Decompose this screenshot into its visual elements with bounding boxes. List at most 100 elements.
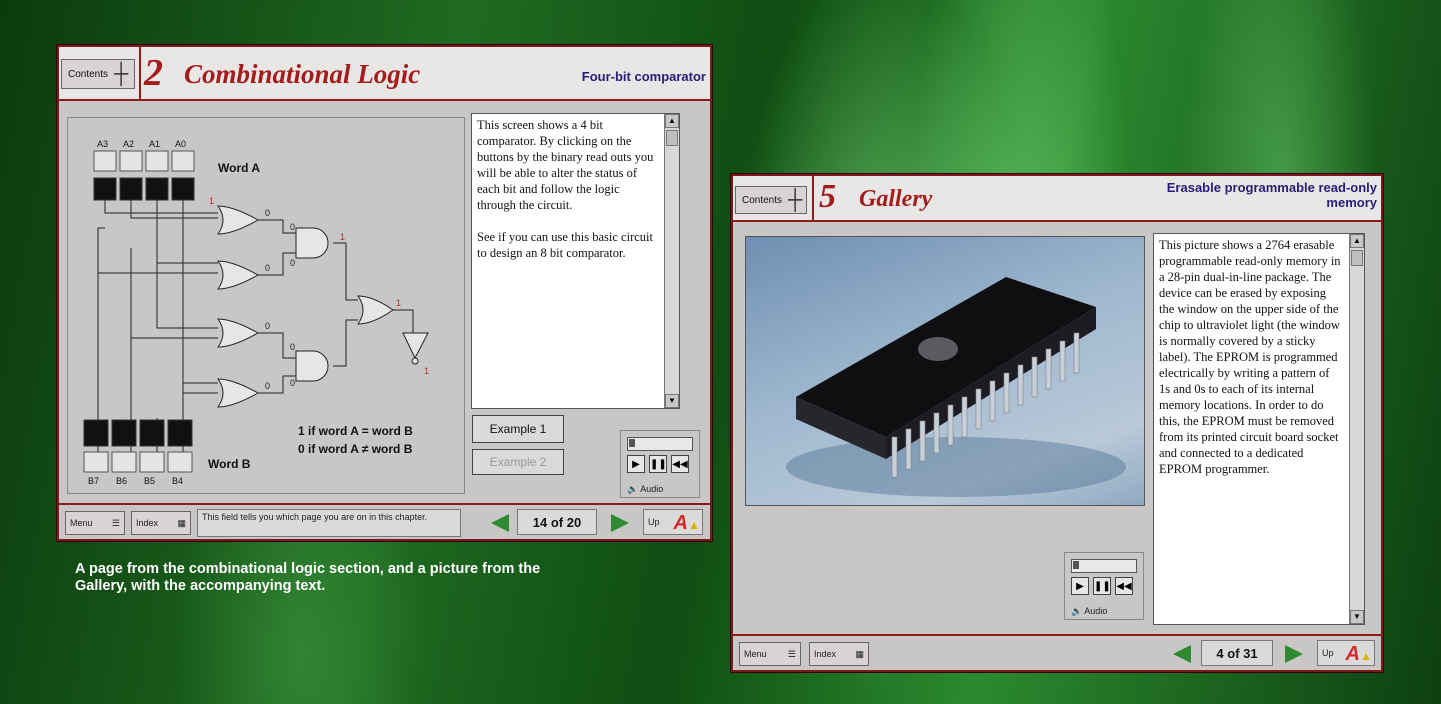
gate-value: 0 — [290, 378, 295, 388]
bottom-bar: Menu ☰ Index ▦ This field tells you which … — [59, 503, 710, 539]
gate-value: 0 — [265, 381, 270, 391]
index-button[interactable]: Index ▦ — [131, 511, 191, 535]
up-arrow-icon: A — [1345, 643, 1360, 665]
word-a-label: Word A — [218, 161, 260, 175]
gate-value: 0 — [265, 321, 270, 331]
description-scrollbar[interactable]: ▲ ▼ — [1349, 234, 1364, 624]
word-a-readouts — [93, 177, 195, 201]
chapter-title: Gallery — [859, 186, 933, 212]
word-a-toggles[interactable] — [93, 150, 195, 172]
scroll-down-icon[interactable]: ▼ — [1350, 610, 1364, 624]
title-separator — [139, 47, 141, 99]
equal-text: 1 if word A = word B — [298, 424, 413, 438]
previous-page-icon[interactable] — [491, 514, 509, 532]
audio-label: 🔈 Audio — [1071, 606, 1107, 617]
index-icon: ▦ — [177, 517, 186, 528]
play-icon[interactable]: ▶ — [627, 455, 645, 473]
up-button[interactable]: Up A ▲ — [643, 509, 703, 535]
chapter-number: 2 — [144, 52, 163, 94]
title-bar: Contents ┼ 2 Combinational Logic Four-bi… — [59, 47, 710, 101]
previous-page-icon[interactable] — [1173, 645, 1191, 663]
menu-button[interactable]: Menu ☰ — [65, 511, 125, 535]
circuit-wires — [97, 200, 414, 453]
audio-label: 🔈 Audio — [627, 484, 663, 495]
gate-value: 0 — [290, 342, 295, 352]
gate-value: 0 — [265, 263, 270, 273]
bit-label: B6 — [116, 476, 127, 486]
volume-slider[interactable] — [627, 437, 693, 451]
description-panel: This picture shows a 2764 erasable progr… — [1153, 233, 1365, 625]
bit-label: A2 — [123, 139, 134, 149]
pause-icon[interactable]: ❚❚ — [649, 455, 667, 473]
up-label: Up — [1322, 648, 1334, 658]
scroll-thumb[interactable] — [666, 130, 678, 146]
up-star-icon: ▲ — [688, 518, 700, 532]
description-text: This screen shows a 4 bit comparator. By… — [477, 118, 654, 212]
gate-value: 0 — [290, 222, 295, 232]
chapter-number: 5 — [819, 178, 836, 215]
page-subtitle: Erasable programmable read-only memory — [1166, 180, 1377, 210]
audio-control: ▶ ❚❚ ◀◀ 🔈 Audio — [1064, 552, 1144, 620]
index-icon: ▦ — [855, 648, 864, 659]
gate-value: 1 — [424, 366, 429, 376]
bit-label: B7 — [88, 476, 99, 486]
gate-value: 1 — [396, 298, 401, 308]
speaker-icon: 🔈 — [1071, 606, 1083, 616]
contents-icon: ┼ — [788, 188, 803, 211]
rewind-icon[interactable]: ◀◀ — [671, 455, 689, 473]
rewind-icon[interactable]: ◀◀ — [1115, 577, 1133, 595]
scroll-thumb[interactable] — [1351, 250, 1363, 266]
contents-button[interactable]: Contents ┼ — [735, 186, 807, 214]
page-indicator: 14 of 20 — [517, 509, 597, 535]
description-panel: This screen shows a 4 bit comparator. By… — [471, 113, 680, 409]
scroll-up-icon[interactable]: ▲ — [1350, 234, 1364, 248]
contents-button[interactable]: Contents ┼ — [61, 59, 135, 89]
description-text: This picture shows a 2764 erasable progr… — [1159, 238, 1341, 476]
scroll-down-icon[interactable]: ▼ — [665, 394, 679, 408]
play-icon[interactable]: ▶ — [1071, 577, 1089, 595]
contents-label: Contents — [742, 194, 783, 206]
contents-icon: ┼ — [114, 62, 129, 85]
volume-slider[interactable] — [1071, 559, 1137, 573]
bit-label: A1 — [149, 139, 160, 149]
bit-label: B5 — [144, 476, 155, 486]
bottom-bar: Menu ☰ Index ▦ 4 of 31 Up A ▲ — [733, 634, 1381, 670]
comparator-circuit: 0 0 0 0 0 0 0 0 1 1 1 1 A3 A2 A1 A0 B7 B… — [67, 117, 465, 494]
index-label: Index — [814, 649, 837, 659]
title-bar: Contents ┼ 5 Gallery Erasable programmab… — [733, 176, 1381, 222]
word-b-readouts — [83, 419, 193, 447]
up-button[interactable]: Up A ▲ — [1317, 640, 1375, 666]
speaker-icon: 🔈 — [627, 484, 639, 494]
gate-value: 0 — [265, 208, 270, 218]
next-page-icon[interactable] — [611, 514, 629, 532]
slider-knob[interactable] — [629, 439, 635, 447]
scroll-up-icon[interactable]: ▲ — [665, 114, 679, 128]
status-field: This field tells you which page you are … — [197, 509, 461, 537]
index-button[interactable]: Index ▦ — [809, 642, 869, 666]
combinational-logic-window: Contents ┼ 2 Combinational Logic Four-bi… — [57, 45, 712, 541]
menu-label: Menu — [744, 649, 767, 659]
menu-icon: ☰ — [111, 517, 120, 528]
chapter-title: Combinational Logic — [184, 59, 421, 89]
bit-label: B4 — [172, 476, 183, 486]
gallery-window: Contents ┼ 5 Gallery Erasable programmab… — [731, 174, 1383, 672]
next-page-icon[interactable] — [1285, 645, 1303, 663]
title-separator — [812, 176, 814, 220]
word-b-toggles[interactable] — [83, 451, 193, 473]
page-indicator: 4 of 31 — [1201, 640, 1273, 666]
menu-icon: ☰ — [787, 648, 796, 659]
slider-knob[interactable] — [1073, 561, 1079, 569]
menu-label: Menu — [70, 518, 93, 528]
description-scrollbar[interactable]: ▲ ▼ — [664, 114, 679, 408]
example-1-button[interactable]: Example 1 — [472, 415, 564, 443]
audio-label-text: Audio — [640, 484, 664, 494]
contents-label: Contents — [68, 68, 109, 80]
page-subtitle: Four-bit comparator — [581, 69, 706, 84]
menu-button[interactable]: Menu ☰ — [739, 642, 801, 666]
up-arrow-icon: A — [673, 512, 688, 534]
example-2-button[interactable]: Example 2 — [472, 449, 564, 475]
notequal-text: 0 if word A ≠ word B — [298, 442, 413, 456]
audio-control: ▶ ❚❚ ◀◀ 🔈 Audio — [620, 430, 700, 498]
bit-label: A3 — [97, 139, 108, 149]
pause-icon[interactable]: ❚❚ — [1093, 577, 1111, 595]
